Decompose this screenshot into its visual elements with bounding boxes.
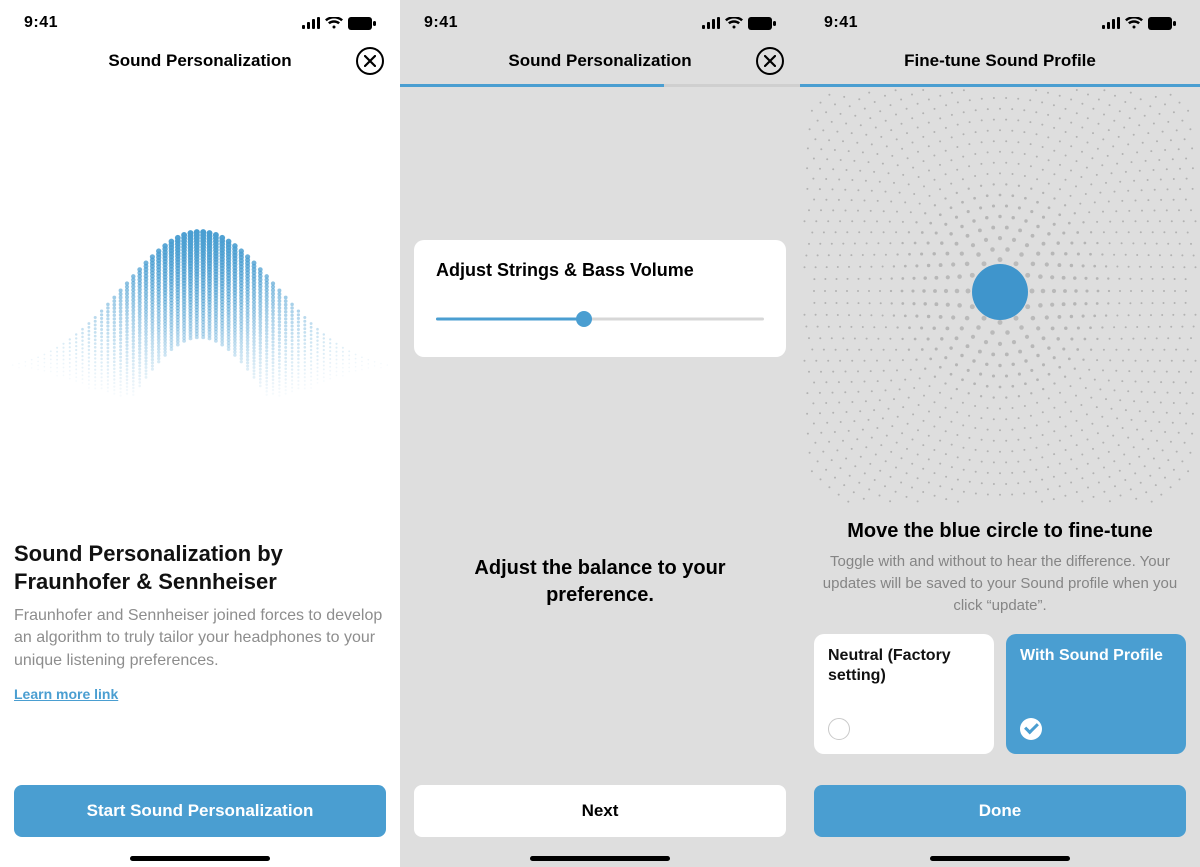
dot-wave-graphic <box>0 172 400 472</box>
wifi-icon <box>325 17 343 29</box>
header: Sound Personalization <box>0 40 400 82</box>
start-button[interactable]: Start Sound Personalization <box>14 785 386 837</box>
status-icons <box>1102 17 1176 30</box>
close-button[interactable] <box>756 47 784 75</box>
wifi-icon <box>725 17 743 29</box>
screen-fine-tune: 9:41 Fine-tune Sound Profile Move the bl… <box>800 0 1200 867</box>
intro-paragraph: Fraunhofer and Sennheiser joined forces … <box>14 605 386 672</box>
status-bar: 9:41 <box>0 0 400 40</box>
home-indicator <box>130 856 270 861</box>
status-time: 9:41 <box>424 14 458 32</box>
close-icon <box>764 55 776 67</box>
adjust-card: Adjust Strings & Bass Volume <box>414 240 786 357</box>
slider-fill <box>436 318 584 321</box>
learn-more-link[interactable]: Learn more link <box>14 686 118 702</box>
close-icon <box>364 55 376 67</box>
hero-visualization <box>0 172 400 472</box>
page-title: Fine-tune Sound Profile <box>904 51 1096 71</box>
header: Fine-tune Sound Profile <box>800 40 1200 82</box>
balance-slider[interactable] <box>436 309 764 329</box>
toggle-with-profile[interactable]: With Sound Profile <box>1006 634 1186 754</box>
toggle-neutral[interactable]: Neutral (Factory setting) <box>814 634 994 754</box>
toggle-with-profile-label: With Sound Profile <box>1020 646 1172 666</box>
next-button[interactable]: Next <box>414 785 786 837</box>
status-time: 9:41 <box>24 14 58 32</box>
status-icons <box>302 17 376 30</box>
cellular-icon <box>302 17 320 29</box>
adjust-card-title: Adjust Strings & Bass Volume <box>436 260 764 281</box>
instruction-text: Adjust the balance to your preference. <box>420 555 780 609</box>
fine-tune-heading: Move the blue circle to fine-tune <box>814 520 1186 543</box>
slider-knob[interactable] <box>576 311 592 327</box>
status-bar: 9:41 <box>800 0 1200 40</box>
intro-copy: Sound Personalization by Fraunhofer & Se… <box>14 540 386 704</box>
status-time: 9:41 <box>824 14 858 32</box>
toggle-neutral-label: Neutral (Factory setting) <box>828 646 980 686</box>
intro-heading: Sound Personalization by Fraunhofer & Se… <box>14 540 386 595</box>
page-title: Sound Personalization <box>508 51 691 71</box>
home-indicator <box>530 856 670 861</box>
cellular-icon <box>702 17 720 29</box>
wifi-icon <box>1125 17 1143 29</box>
home-indicator <box>930 856 1070 861</box>
radio-unchecked-icon <box>828 718 850 740</box>
header: Sound Personalization <box>400 40 800 82</box>
close-button[interactable] <box>356 47 384 75</box>
screen-sound-personalization-intro: 9:41 Sound Personalization Sound Persona… <box>0 0 400 867</box>
battery-icon <box>748 17 776 30</box>
fine-tune-copy: Move the blue circle to fine-tune Toggle… <box>814 520 1186 754</box>
fine-tune-canvas[interactable] <box>800 86 1200 506</box>
battery-icon <box>1148 17 1176 30</box>
status-bar: 9:41 <box>400 0 800 40</box>
done-button[interactable]: Done <box>814 785 1186 837</box>
status-icons <box>702 17 776 30</box>
progress-bar <box>400 84 800 87</box>
fine-tune-subtext: Toggle with and without to hear the diff… <box>814 551 1186 616</box>
battery-icon <box>348 17 376 30</box>
screen-adjust-balance: 9:41 Sound Personalization Adjust String… <box>400 0 800 867</box>
fine-tune-handle[interactable] <box>972 264 1028 320</box>
cellular-icon <box>1102 17 1120 29</box>
radio-checked-icon <box>1020 718 1042 740</box>
page-title: Sound Personalization <box>108 51 291 71</box>
profile-toggle-group: Neutral (Factory setting) With Sound Pro… <box>814 634 1186 754</box>
